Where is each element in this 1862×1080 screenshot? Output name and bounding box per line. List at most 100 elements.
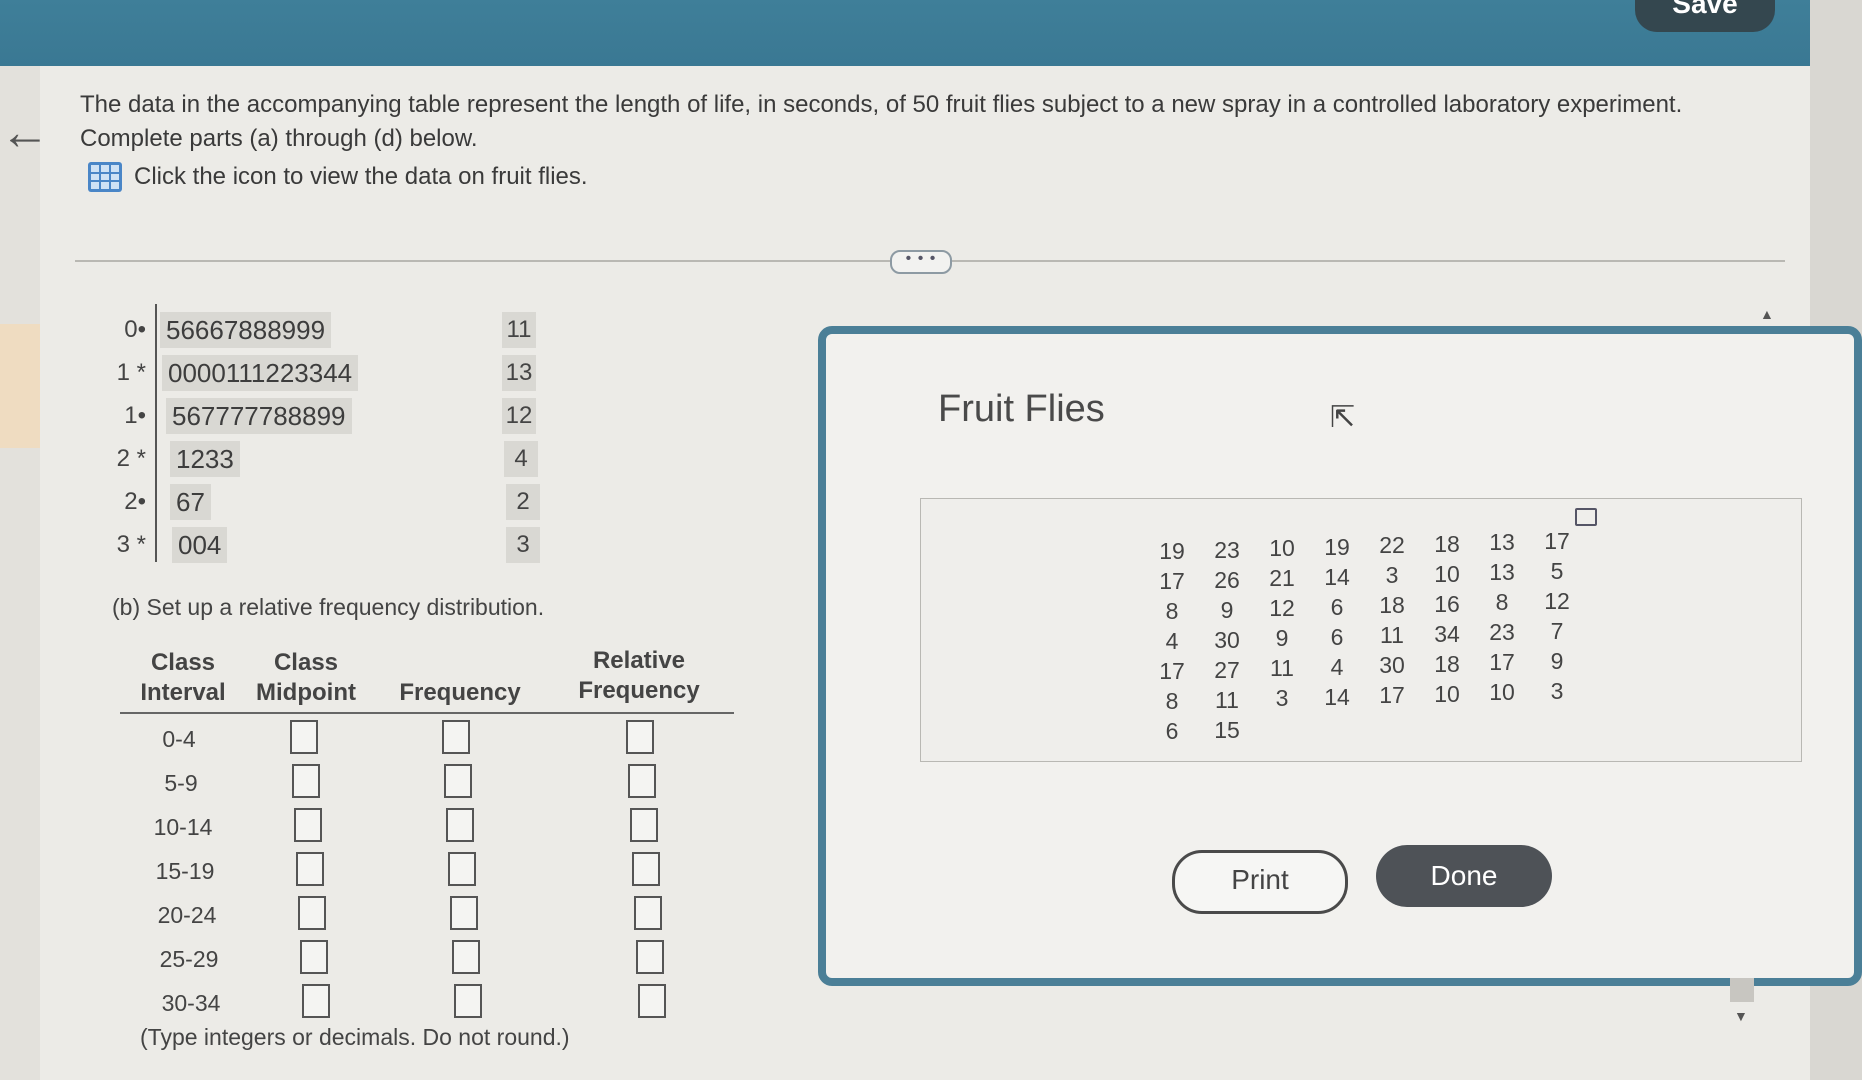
class-interval-label: 25-29 (159, 946, 219, 972)
leaf-values: 67 (170, 484, 211, 520)
leaf-values: 56667888999 (160, 312, 332, 348)
frequency-input[interactable] (446, 808, 474, 842)
class-interval-label: 0-4 (162, 726, 196, 752)
data-panel (920, 498, 1802, 762)
class-interval-label: 15-19 (155, 858, 215, 884)
stem-count: 13 (502, 355, 536, 391)
leaf-values: 567777788899 (166, 398, 352, 434)
midpoint-input[interactable] (290, 720, 318, 754)
back-arrow-icon[interactable]: ← (0, 107, 50, 157)
data-value: 10 (1434, 680, 1460, 707)
stem-leaf-divider (155, 304, 157, 562)
save-button[interactable]: Save (1635, 0, 1775, 32)
data-value: 10 (1269, 535, 1295, 561)
leaf-values: 1233 (170, 441, 240, 477)
stem-value: 3 * (116, 531, 146, 558)
data-value: 5 (1550, 557, 1564, 584)
mouse-cursor-icon: ⇱ (1330, 401, 1356, 434)
class-interval-label: 5-9 (164, 770, 198, 796)
data-value: 11 (1215, 686, 1239, 713)
midpoint-input[interactable] (302, 984, 330, 1018)
data-link-label: Click the icon to view the data on fruit… (134, 163, 588, 190)
scroll-down-icon[interactable]: ▼ (1734, 1008, 1748, 1024)
header-frequency: Frequency (399, 679, 521, 706)
data-value: 9 (1220, 596, 1234, 623)
scrollbar-thumb[interactable] (1730, 978, 1754, 1002)
print-button[interactable]: Print (1172, 850, 1348, 914)
midpoint-input[interactable] (298, 896, 326, 930)
data-value: 8 (1495, 589, 1509, 615)
data-value: 14 (1324, 683, 1350, 710)
stem-count: 2 (506, 484, 540, 520)
data-value: 16 (1434, 590, 1460, 617)
midpoint-input[interactable] (300, 940, 328, 974)
relative-frequency-input[interactable] (632, 852, 660, 886)
answer-format-note: (Type integers or decimals. Do not round… (140, 1024, 570, 1050)
data-value: 9 (1275, 625, 1289, 651)
relative-frequency-input[interactable] (626, 720, 654, 754)
data-value: 9 (1550, 647, 1564, 674)
stem-value: 2 * (116, 445, 146, 472)
data-value: 13 (1489, 529, 1515, 555)
table-grid-icon[interactable] (88, 162, 122, 192)
stem-count: 11 (502, 312, 536, 348)
relative-frequency-input[interactable] (630, 808, 658, 842)
relative-frequency-input[interactable] (634, 896, 662, 930)
data-value: 13 (1489, 559, 1515, 585)
relative-frequency-input[interactable] (636, 940, 664, 974)
data-value: 22 (1379, 532, 1405, 558)
frequency-input[interactable] (448, 852, 476, 886)
data-value: 11 (1380, 622, 1404, 648)
data-value: 34 (1434, 620, 1460, 647)
data-value: 19 (1324, 533, 1350, 560)
class-interval-label: 10-14 (153, 814, 213, 840)
data-value: 8 (1165, 598, 1179, 624)
midpoint-input[interactable] (292, 764, 320, 798)
data-value: 17 (1159, 658, 1185, 684)
midpoint-input[interactable] (294, 808, 322, 842)
class-interval-label: 30-34 (161, 990, 221, 1016)
data-value: 4 (1165, 628, 1179, 654)
data-link[interactable]: Click the icon to view the data on fruit… (88, 162, 588, 192)
relative-frequency-input[interactable] (638, 984, 666, 1018)
data-value: 6 (1330, 593, 1344, 620)
leaf-values: 0000111223344 (162, 355, 359, 391)
data-value: 30 (1214, 626, 1240, 653)
data-value: 23 (1214, 536, 1240, 563)
data-value: 10 (1489, 679, 1515, 705)
data-value: 8 (1165, 688, 1179, 714)
frequency-input[interactable] (454, 984, 482, 1018)
frequency-input[interactable] (444, 764, 472, 798)
data-value: 18 (1434, 650, 1460, 677)
frequency-input[interactable] (450, 896, 478, 930)
copy-icon[interactable] (1575, 508, 1597, 526)
data-value: 26 (1214, 566, 1240, 593)
data-value: 18 (1434, 530, 1460, 557)
frequency-input[interactable] (442, 720, 470, 754)
expand-dots-button[interactable]: • • • (890, 250, 952, 274)
frequency-input[interactable] (452, 940, 480, 974)
stem-value: 2• (124, 488, 146, 515)
scroll-up-icon[interactable]: ▲ (1760, 306, 1774, 322)
midpoint-input[interactable] (296, 852, 324, 886)
done-button[interactable]: Done (1376, 845, 1552, 907)
data-value: 18 (1379, 592, 1405, 618)
stem-value: 1 * (116, 359, 146, 386)
data-value: 15 (1214, 716, 1240, 743)
data-value: 11 (1270, 655, 1294, 681)
part-b-instruction: (b) Set up a relative frequency distribu… (112, 594, 545, 620)
header-class-interval: Class Interval (140, 649, 226, 706)
relative-frequency-input[interactable] (628, 764, 656, 798)
header-class-midpoint: Class Midpoint (256, 649, 356, 706)
data-value: 23 (1489, 619, 1515, 645)
data-value: 12 (1544, 587, 1570, 614)
stem-count: 4 (504, 441, 538, 477)
stem-count: 3 (506, 527, 540, 563)
data-value: 3 (1550, 677, 1564, 704)
stem-count: 12 (502, 398, 536, 434)
stem-value: 1• (124, 402, 146, 429)
data-value: 17 (1159, 568, 1185, 594)
class-interval-label: 20-24 (157, 902, 217, 928)
data-value: 4 (1330, 653, 1344, 680)
top-bar: Save (0, 0, 1810, 66)
